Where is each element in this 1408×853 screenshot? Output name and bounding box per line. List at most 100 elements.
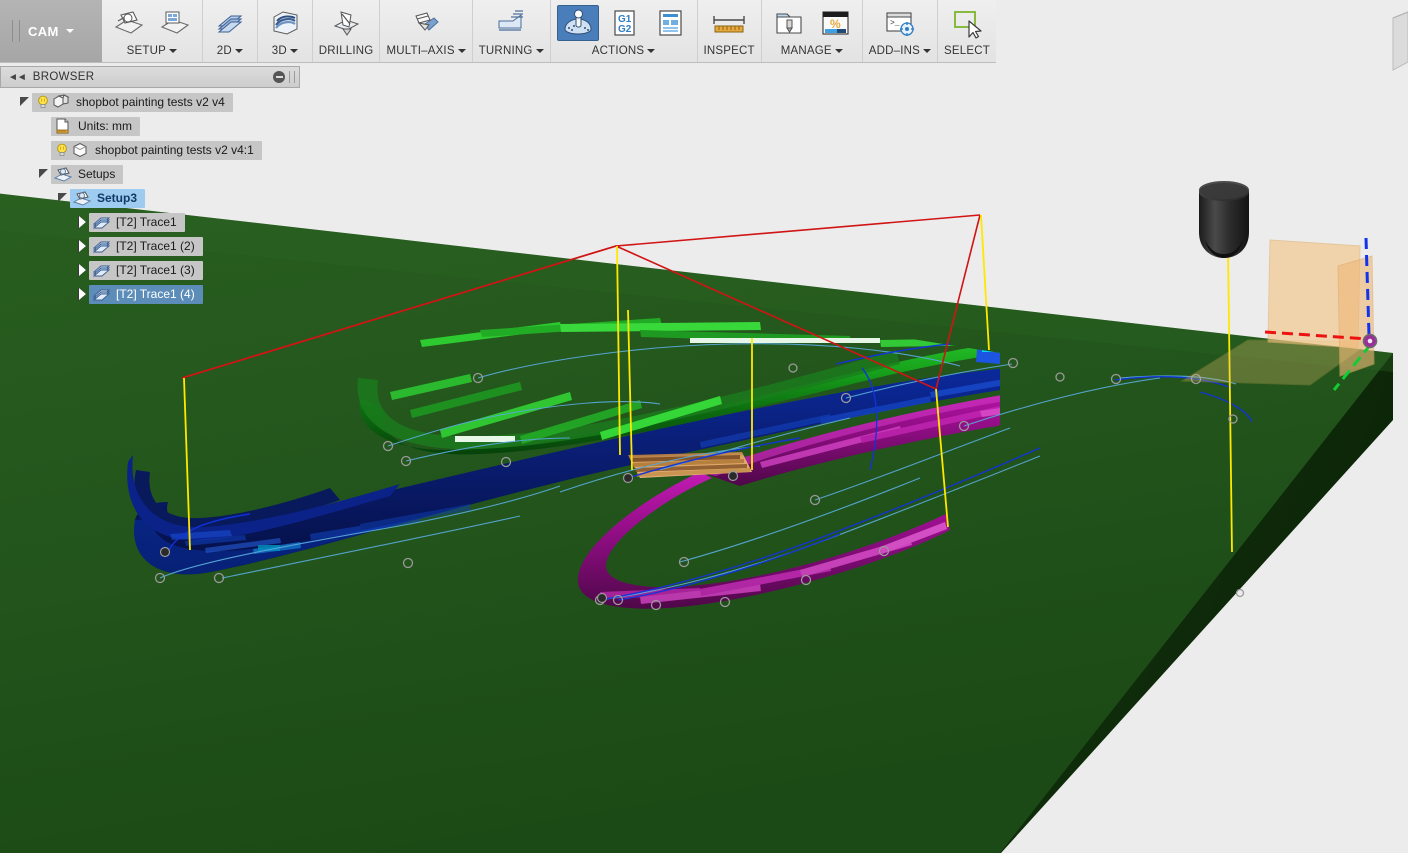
cam-workspace-label: CAM: [27, 23, 59, 39]
double-chevron-left-icon[interactable]: ◄◄: [8, 72, 27, 83]
add-ins-label-text: ADD–INS: [868, 45, 920, 57]
tree-row[interactable]: [T2] Trace1: [0, 212, 300, 232]
setup-from-sketch-icon[interactable]: [154, 5, 196, 41]
turning-icon[interactable]: [490, 5, 532, 41]
tree-row[interactable]: Setup3: [0, 188, 300, 208]
tree-twisty-expanded-icon[interactable]: [18, 95, 32, 109]
tree-twisty-expanded-icon[interactable]: [56, 191, 70, 205]
tree-row[interactable]: [T2] Trace1 (4): [0, 284, 300, 304]
toolpath-trace-icon: [92, 238, 111, 254]
ribbon-group-setup-label: SETUP: [108, 45, 196, 60]
setup-folder-icon: [72, 190, 92, 206]
tree-item-label: Units: mm: [78, 119, 132, 133]
tree-row[interactable]: shopbot painting tests v2 v4:1: [0, 140, 300, 160]
machining-time-percent-icon[interactable]: %: [814, 5, 856, 41]
browser-resize-grip[interactable]: [289, 71, 295, 83]
tool-library-icon[interactable]: [768, 5, 810, 41]
drilling-icon[interactable]: [325, 5, 367, 41]
scripts-addins-icon[interactable]: >_: [879, 5, 921, 41]
ribbon-group-drilling: DRILLING: [313, 0, 381, 62]
view-cube-face: [1392, 11, 1408, 71]
multi-axis-icon[interactable]: [405, 5, 447, 41]
toolpath-trace-icon: [92, 214, 111, 230]
measure-ruler-icon[interactable]: [706, 5, 752, 41]
ribbon-group-drilling-label: DRILLING: [318, 45, 374, 57]
svg-text:%: %: [830, 17, 841, 31]
ribbon-group-manage: % MANAGE: [762, 0, 863, 62]
chevron-down-icon: [457, 48, 466, 53]
post-process-g1g2-icon[interactable]: G1 G2: [603, 5, 645, 41]
setup-new-icon[interactable]: [108, 5, 150, 41]
tree-twisty-collapsed-icon[interactable]: [75, 287, 89, 301]
ribbon-group-multi-axis-label: MULTI–AXIS: [386, 45, 466, 60]
lightbulb-visibility-icon[interactable]: [35, 94, 51, 110]
tree-item-chip[interactable]: shopbot painting tests v2 v4:1: [51, 140, 262, 160]
ribbon-group-turning: TURNING: [473, 0, 551, 62]
ribbon-group-setup: SETUP: [102, 0, 203, 62]
select-window-cursor-icon[interactable]: [944, 5, 990, 41]
units-document-icon: [54, 118, 72, 134]
tree-twisty-spacer: [37, 119, 51, 133]
ribbon-group-turning-label: TURNING: [479, 45, 544, 60]
toolpath-trace-icon: [92, 286, 111, 302]
tool-top-cap-highlight: [1199, 181, 1249, 199]
minus-circle-icon[interactable]: [273, 71, 285, 83]
chevron-down-icon: [834, 48, 843, 53]
tree-item-chip[interactable]: Units: mm: [51, 116, 140, 136]
cam-workspace-tab[interactable]: CAM: [0, 0, 102, 62]
lightbulb-visibility-icon[interactable]: [54, 142, 70, 158]
turning-label-text: TURNING: [478, 45, 533, 57]
chevron-down-icon: [535, 48, 544, 53]
ribbon-group-2d-label: 2D: [209, 45, 251, 60]
simulate-icon[interactable]: [556, 5, 599, 41]
tree-item-chip[interactable]: Setup3: [70, 188, 146, 208]
toolpath-2d-icon[interactable]: [209, 5, 251, 41]
ribbon-group-add-ins: >_ ADD–INS: [863, 0, 938, 62]
wcs-origin-center: [1367, 338, 1373, 344]
ribbon-group-actions: G1 G2 ACTIONS: [551, 0, 698, 62]
tree-item-label: shopbot painting tests v2 v4:1: [95, 143, 254, 157]
tree-item-chip[interactable]: shopbot painting tests v2 v4: [32, 92, 233, 112]
tree-row[interactable]: Units: mm: [0, 116, 300, 136]
tree-twisty-collapsed-icon[interactable]: [75, 263, 89, 277]
browser-tree[interactable]: shopbot painting tests v2 v4 Units: mm sho…: [0, 88, 300, 304]
tree-item-chip[interactable]: [T2] Trace1 (2): [89, 236, 203, 256]
tree-twisty-spacer: [37, 143, 51, 157]
browser-title: BROWSER: [32, 71, 95, 83]
tree-item-label: [T2] Trace1 (4): [116, 287, 195, 301]
browser-panel[interactable]: ◄◄ BROWSER shopbot painting tests v2 v4 U…: [0, 66, 300, 308]
tree-item-chip[interactable]: [T2] Trace1: [89, 212, 185, 232]
chevron-down-icon: [923, 48, 931, 53]
ribbon-group-3d: 3D: [258, 0, 313, 62]
setup-sheet-icon[interactable]: [649, 5, 691, 41]
tree-row[interactable]: [T2] Trace1 (3): [0, 260, 300, 280]
svg-text:G2: G2: [618, 24, 632, 35]
toolpath-3d-icon[interactable]: [264, 5, 306, 41]
view-cube[interactable]: [1392, 11, 1408, 71]
tree-item-label: [T2] Trace1: [116, 215, 177, 229]
tree-row[interactable]: Setups: [0, 164, 300, 184]
tree-row[interactable]: [T2] Trace1 (2): [0, 236, 300, 256]
ribbon-group-manage-label: MANAGE: [768, 45, 856, 60]
setup-label-text: SETUP: [126, 45, 166, 57]
flat-end-mill-tool[interactable]: [1199, 181, 1249, 258]
tree-item-chip[interactable]: [T2] Trace1 (3): [89, 260, 203, 280]
tool-shank: [1199, 192, 1249, 258]
ribbon-group-select: SELECT: [938, 0, 996, 62]
multi-axis-label-text: MULTI–AXIS: [386, 45, 455, 57]
twod-label-text: 2D: [216, 45, 232, 57]
tree-row[interactable]: shopbot painting tests v2 v4: [0, 92, 300, 112]
ribbon-group-actions-label: ACTIONS: [557, 45, 691, 60]
chevron-down-icon: [234, 48, 243, 53]
ribbon-group-inspect: INSPECT: [698, 0, 762, 62]
tree-twisty-collapsed-icon[interactable]: [75, 215, 89, 229]
ribbon-group-add-ins-label: ADD–INS: [869, 45, 931, 60]
browser-header[interactable]: ◄◄ BROWSER: [0, 66, 300, 88]
tree-item-chip[interactable]: [T2] Trace1 (4): [89, 284, 203, 304]
tree-item-label: [T2] Trace1 (3): [116, 263, 195, 277]
ribbon-toolbar[interactable]: CAM SETUP 2D 3D DRILLING MULTI–AXIS TURN…: [0, 0, 996, 63]
tree-twisty-collapsed-icon[interactable]: [75, 239, 89, 253]
tree-item-chip[interactable]: Setups: [51, 164, 124, 184]
component-cube-icon: [71, 142, 89, 158]
tree-twisty-expanded-icon[interactable]: [37, 167, 51, 181]
